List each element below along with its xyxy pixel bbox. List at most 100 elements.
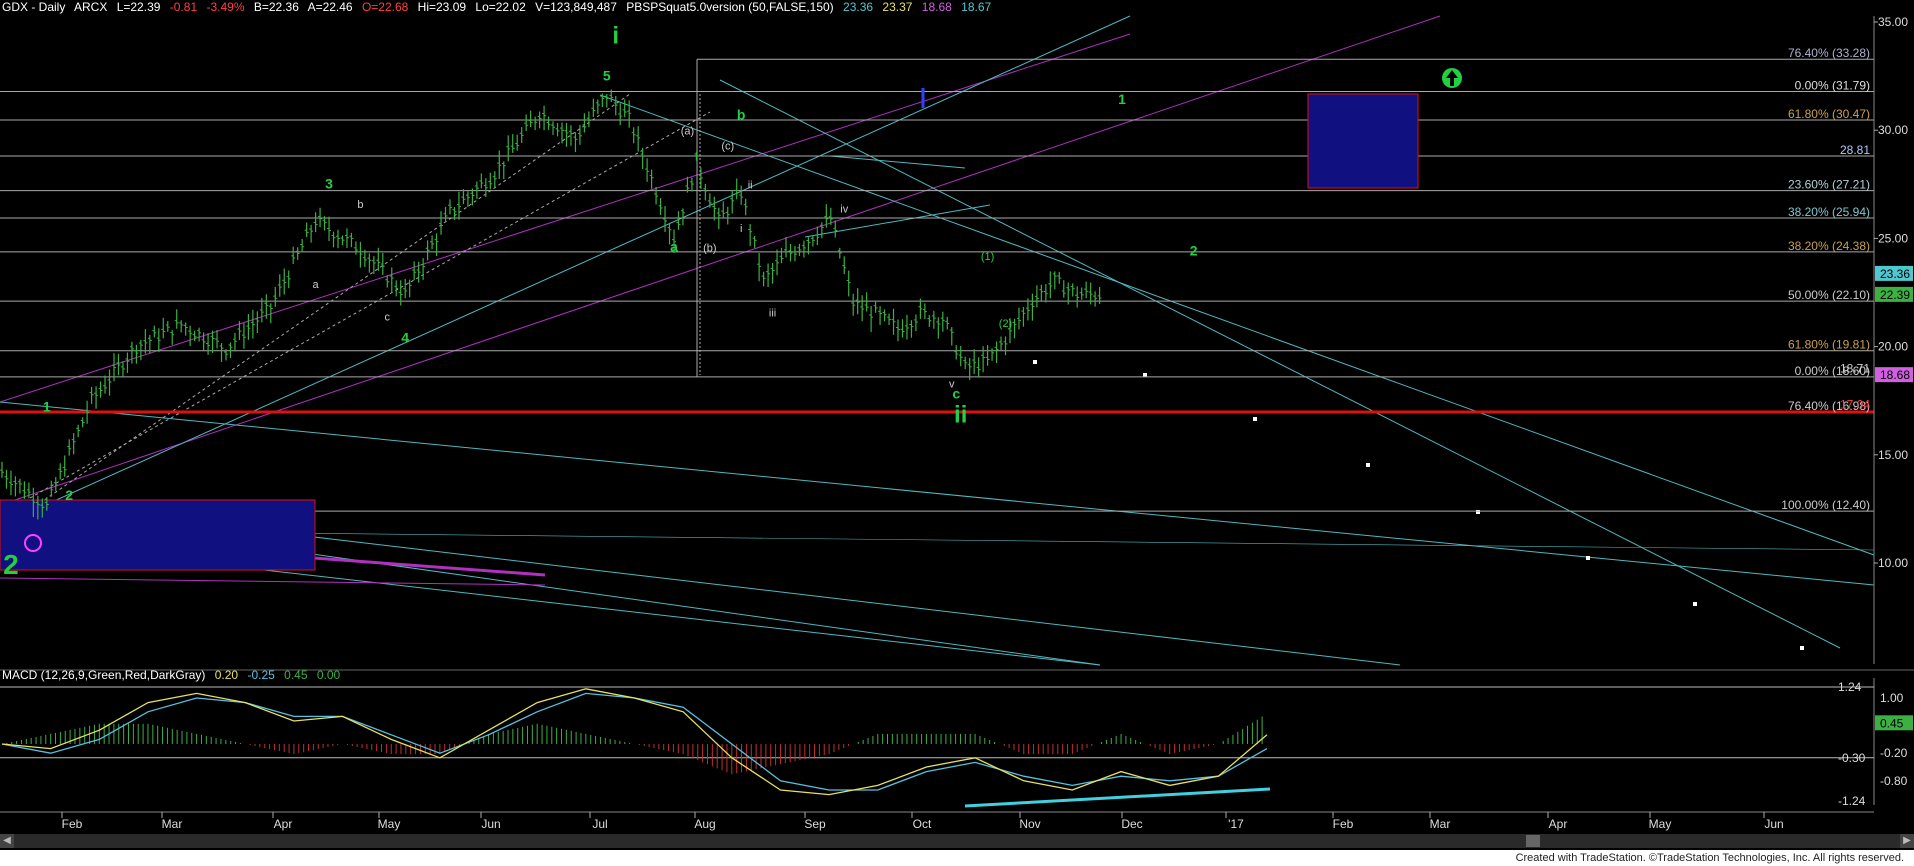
- x-tick-label: Jul: [592, 817, 607, 831]
- x-tick-label: Apr: [274, 817, 293, 831]
- fib-label: 23.60% (27.21): [1788, 178, 1870, 192]
- study-value-4: 18.67: [961, 0, 992, 14]
- fib-label: 100.00% (12.40): [1781, 498, 1870, 512]
- macd-tick-label: -1.24: [1838, 794, 1866, 808]
- wave-label: 3: [325, 176, 333, 192]
- price-tick-label: 15.00: [1878, 448, 1908, 462]
- fib-label: 50.00% (22.10): [1788, 288, 1870, 302]
- volume-value: V=123,849,487: [535, 0, 617, 14]
- wave-label: ii: [748, 180, 753, 192]
- wave-label: c: [385, 312, 391, 324]
- wave-label: (c): [721, 141, 734, 153]
- fib-label: 28.81: [1840, 143, 1870, 157]
- x-tick-label: Feb: [1333, 817, 1354, 831]
- last-price-label: 22.39: [1880, 288, 1910, 302]
- macd-tick-label: -0.30: [1838, 751, 1866, 765]
- wave-label: 2: [65, 487, 73, 503]
- x-tick-label: May: [378, 817, 401, 831]
- ask-price: A=22.46: [307, 0, 353, 14]
- low-price: Lo=22.02: [475, 0, 526, 14]
- study-value-2: 23.37: [882, 0, 913, 14]
- trendline-marker: [1033, 360, 1037, 364]
- x-tick-label: Nov: [1019, 817, 1040, 831]
- macd-value-2: -0.25: [247, 668, 275, 682]
- macd-name: MACD (12,26,9,Green,Red,DarkGray): [2, 668, 206, 682]
- scroll-right-button[interactable]: ▶: [1900, 834, 1914, 848]
- trendline-marker: [1693, 602, 1697, 606]
- x-tick-label: Mar: [1430, 817, 1451, 831]
- wave-label: a: [313, 279, 320, 291]
- x-tick-label: Apr: [1549, 817, 1568, 831]
- macd-tick-label: -0.20: [1880, 746, 1908, 760]
- price-tick-label: 20.00: [1878, 340, 1908, 354]
- wave-label: 5: [603, 67, 611, 83]
- x-tick-label: Oct: [913, 817, 932, 831]
- chart-header: GDX - Daily ARCX L=22.39 -0.81 -3.49% B=…: [2, 0, 997, 14]
- fib-label: 38.20% (24.38): [1788, 239, 1870, 253]
- x-tick-label: Mar: [162, 817, 183, 831]
- x-tick-label: '17: [1228, 817, 1244, 831]
- macd-tick-label: -0.80: [1880, 774, 1908, 788]
- wave-label: a: [670, 238, 678, 254]
- price-chart[interactable]: 76.40% (33.28) 0.00% (31.79) 61.80% (30.47…: [0, 0, 1914, 866]
- macd-tick-label: 0.45: [1880, 716, 1904, 730]
- x-tick-label: Sep: [804, 817, 826, 831]
- wave-label: b: [737, 106, 746, 122]
- high-price: Hi=23.09: [417, 0, 467, 14]
- x-tick-label: Jun: [481, 817, 500, 831]
- last-price-label: 18.68: [1880, 368, 1910, 382]
- wave-label: i: [740, 223, 742, 235]
- x-tick-label: May: [1649, 817, 1672, 831]
- macd-value-4: 0.00: [316, 668, 341, 682]
- study-name: PBSPSquat5.0version (50,FALSE,150): [626, 0, 834, 14]
- price-tick-label: 25.00: [1878, 231, 1908, 245]
- bid-price: B=22.36: [253, 0, 299, 14]
- trendline-marker: [1253, 417, 1257, 421]
- scroll-left-button[interactable]: ◀: [0, 834, 14, 848]
- x-tick-label: Dec: [1121, 817, 1142, 831]
- wave-label: (b): [703, 242, 716, 254]
- target-box: [1307, 93, 1419, 189]
- change-value: -0.81: [169, 0, 198, 14]
- trendline-marker: [1800, 646, 1804, 650]
- macd-tick-label: 1.24: [1838, 680, 1862, 694]
- wave-label: 1: [1118, 91, 1126, 107]
- wave-label: 2: [3, 549, 19, 580]
- wave-label: (1): [981, 251, 994, 263]
- last-price: L=22.39: [116, 0, 161, 14]
- wave-label: i: [612, 23, 619, 50]
- wave-label: iv: [840, 203, 848, 215]
- wave-label: (a): [681, 126, 694, 138]
- fib-label: 17.04: [1840, 398, 1870, 412]
- price-tick-label: 10.00: [1878, 556, 1908, 570]
- macd-tick-label: 1.00: [1880, 691, 1904, 705]
- wave-label: b: [357, 199, 363, 211]
- trendline-marker: [1366, 463, 1370, 467]
- fib-label: 38.20% (25.94): [1788, 205, 1870, 219]
- fib-label: 61.80% (19.81): [1788, 338, 1870, 352]
- study-value-1: 23.36: [843, 0, 874, 14]
- fib-label: 61.80% (30.47): [1788, 107, 1870, 121]
- horizontal-scrollbar[interactable]: ◀ ▶: [0, 834, 1914, 848]
- wave-label: ii: [954, 401, 967, 428]
- wave-label: 2: [1190, 243, 1198, 259]
- fib-label: 18.71: [1840, 362, 1870, 376]
- price-tick-label: 35.00: [1878, 15, 1908, 29]
- x-tick-label: Feb: [62, 817, 83, 831]
- arrow-left-icon: ◀: [3, 835, 11, 846]
- last-price-label: 23.36: [1880, 267, 1910, 281]
- fib-label: 76.40% (33.28): [1788, 46, 1870, 60]
- wave-label: 1: [43, 399, 51, 415]
- x-tick-label: Jun: [1764, 817, 1783, 831]
- x-tick-label: Aug: [694, 817, 715, 831]
- credit-text: Created with TradeStation. ©TradeStation…: [1511, 852, 1908, 864]
- open-price: O=22.68: [361, 0, 409, 14]
- study-value-3: 18.68: [921, 0, 952, 14]
- wave-label: iii: [769, 307, 776, 319]
- macd-value-3: 0.45: [284, 668, 308, 682]
- symbol-label: GDX - Daily: [2, 0, 66, 14]
- wave-label: v: [949, 379, 955, 391]
- scroll-thumb[interactable]: [1526, 835, 1540, 847]
- change-percent: -3.49%: [206, 0, 245, 14]
- arrow-right-icon: ▶: [1903, 835, 1911, 846]
